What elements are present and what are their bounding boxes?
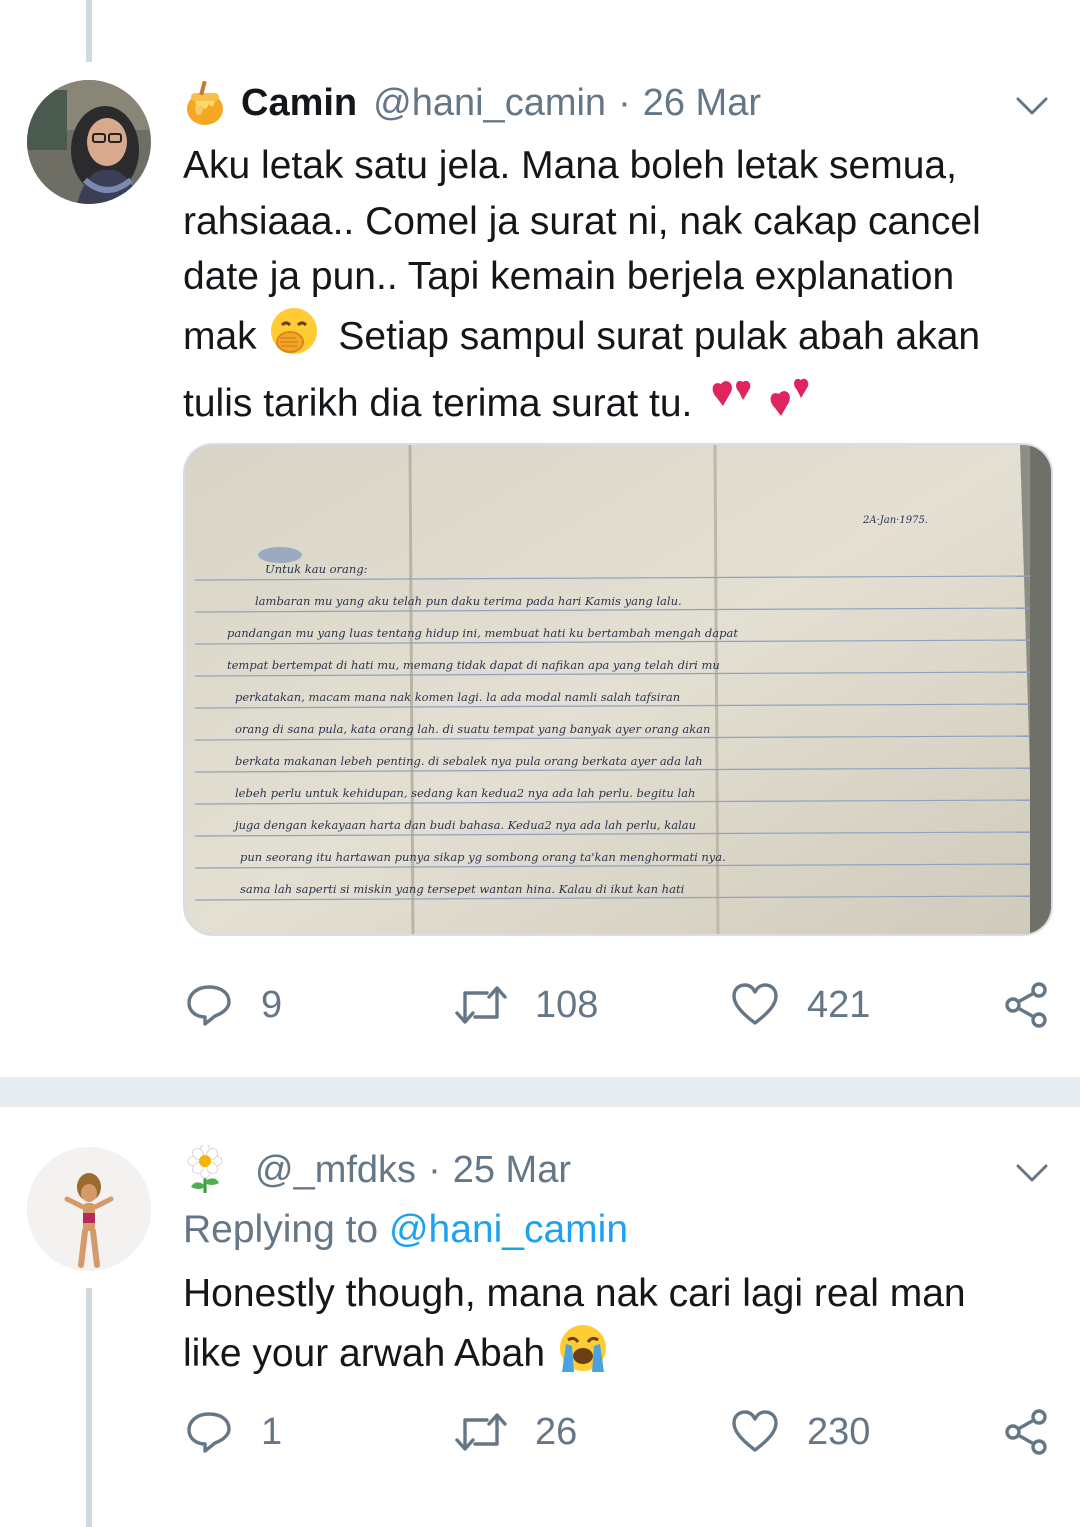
letter-line: lebeh perlu untuk kehidupan, sedang kan … <box>235 786 695 800</box>
two-hearts-emoji-icon <box>703 372 815 440</box>
tweet-header: Camin @hani_camin · 26 Mar <box>183 78 761 128</box>
letter-photo: 2A·Jan·1975. Untuk kau orang: lambaran m… <box>185 445 1051 934</box>
tweet-text-line: date ja pun.. Tapi kemain berjela explan… <box>183 255 955 298</box>
like-button[interactable]: 230 <box>731 1407 870 1457</box>
like-button[interactable]: 421 <box>731 980 870 1030</box>
tweet-divider <box>0 1077 1080 1107</box>
replying-to: Replying to @hani_camin <box>183 1208 628 1252</box>
share-icon <box>1005 1409 1047 1455</box>
letter-line: Untuk kau orang: <box>265 562 368 576</box>
like-count: 421 <box>807 983 871 1026</box>
reply-button[interactable]: 9 <box>185 980 282 1030</box>
share-icon <box>1005 982 1047 1028</box>
reply-icon <box>187 985 231 1026</box>
tweet-text-line: like your arwah Abah <box>183 1322 1053 1390</box>
chevron-down-icon[interactable] <box>1015 95 1049 117</box>
reply-button[interactable]: 1 <box>185 1407 282 1457</box>
tweet-text: Honestly though, mana nak cari lagi real… <box>183 1266 1053 1389</box>
retweet-count: 108 <box>535 983 599 1026</box>
letter-line: lambaran mu yang aku telah pun daku teri… <box>255 594 682 608</box>
like-count: 230 <box>807 1410 871 1453</box>
tweet-text-line: Honestly though, mana nak cari lagi real… <box>183 1272 966 1315</box>
retweet-button[interactable]: 108 <box>453 980 598 1030</box>
share-button[interactable] <box>1003 980 1051 1030</box>
display-name[interactable]: Camin <box>241 82 357 125</box>
letter-line: sama lah saperti si miskin yang tersepet… <box>240 882 685 896</box>
avatar[interactable] <box>27 1147 151 1271</box>
letter-line: tempat bertempat di hati mu, memang tida… <box>227 658 720 672</box>
letter-date: 2A·Jan·1975. <box>862 515 928 526</box>
avatar-photo <box>27 1147 151 1271</box>
tweet-actions: 1 26 230 <box>183 1407 1053 1457</box>
honey-pot-icon <box>183 79 227 127</box>
user-handle[interactable]: @_mfdks <box>255 1149 416 1192</box>
tweet-text-fragment: tulis tarikh dia terima surat tu. <box>183 382 693 425</box>
letter-line: pandangan mu yang luas tentang hidup ini… <box>227 626 738 640</box>
thread-connector-bottom <box>86 1288 92 1527</box>
reply-icon <box>187 1412 231 1453</box>
retweet-icon <box>455 986 507 1024</box>
letter-line: pun seorang itu hartawan punya sikap yg … <box>240 850 726 864</box>
tweet-text-line: Aku letak satu jela. Mana boleh letak se… <box>183 144 957 187</box>
share-button[interactable] <box>1003 1407 1051 1457</box>
replying-label: Replying to <box>183 1208 379 1251</box>
avatar-photo <box>27 80 151 204</box>
separator-dot: · <box>428 1148 441 1191</box>
tweet-text-line: mak Setiap sampul surat pulak abah akan <box>183 305 1053 373</box>
loudly-crying-face-emoji-icon <box>556 1322 610 1390</box>
mention-link[interactable]: @hani_camin <box>389 1208 628 1251</box>
tweet-actions: 9 108 421 <box>183 980 1053 1030</box>
heart-icon <box>732 1410 778 1452</box>
user-handle[interactable]: @hani_camin <box>373 82 606 125</box>
letter-line: berkata makanan lebeh penting. di sebale… <box>235 754 703 768</box>
tweet-header: @_mfdks · 25 Mar <box>183 1143 571 1195</box>
reply-count: 9 <box>261 983 283 1026</box>
hand-over-mouth-emoji-icon <box>268 305 320 373</box>
letter-line: juga dengan kekayaan harta dan budi baha… <box>232 818 696 832</box>
tweet-date[interactable]: 26 Mar <box>643 82 761 125</box>
tweet-text-fragment: Setiap sampul surat pulak abah akan <box>338 314 981 358</box>
flower-icon <box>183 1143 227 1195</box>
thread-connector-top <box>86 0 92 62</box>
letter-line: perkatakan, macam mana nak komen lagi. l… <box>235 690 680 704</box>
retweet-count: 26 <box>535 1410 578 1453</box>
tweet-text-fragment: like your arwah Abah <box>183 1331 546 1375</box>
tweet-text-fragment: mak <box>183 314 257 358</box>
letter-line: orang di sana pula, kata orang lah. di s… <box>235 722 710 736</box>
retweet-icon <box>455 1413 507 1451</box>
tweet-text-line: rahsiaaa.. Comel ja surat ni, nak cakap … <box>183 199 981 243</box>
tweet-image[interactable]: 2A·Jan·1975. Untuk kau orang: lambaran m… <box>183 443 1053 936</box>
heart-icon <box>732 983 778 1025</box>
separator-dot: · <box>618 81 631 124</box>
tweet-text-line: tulis tarikh dia terima surat tu. <box>183 372 1053 440</box>
tweet-text: Aku letak satu jela. Mana boleh letak se… <box>183 138 1053 440</box>
chevron-down-icon[interactable] <box>1015 1162 1049 1184</box>
tweet-date[interactable]: 25 Mar <box>453 1149 571 1192</box>
avatar[interactable] <box>27 80 151 204</box>
retweet-button[interactable]: 26 <box>453 1407 577 1457</box>
reply-count: 1 <box>261 1410 283 1453</box>
